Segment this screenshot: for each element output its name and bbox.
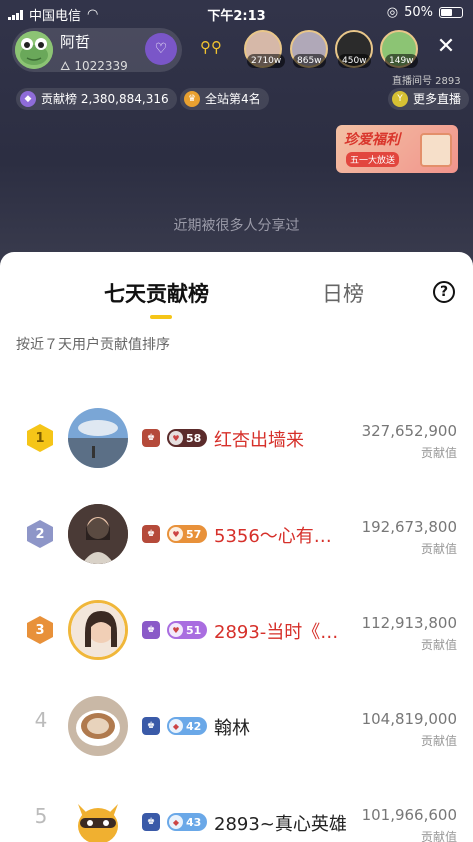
rank-row-4[interactable]: 4 ♚ ◆ 42 翰林 104,819,000 贡献值 bbox=[0, 688, 473, 784]
rank-row-3[interactable]: 3 ♚ ♥ 51 2893-当时《… 112,913,800 贡献值 bbox=[0, 592, 473, 688]
fan-medal-icon: ♚ bbox=[142, 621, 160, 639]
level-icon: ◆ bbox=[169, 719, 183, 733]
battery-icon bbox=[439, 7, 463, 18]
mic-link-icon[interactable]: ⚲⚲ bbox=[200, 38, 226, 60]
heart-hands-icon: ♡ bbox=[154, 41, 168, 57]
contribution-value-label: 贡献值 bbox=[420, 734, 457, 748]
ranking-sheet: 七天贡献榜 日榜 ? 按近７天用户贡献值排序 1 ♚ ♥ 58 红杏出墙来 327… bbox=[0, 252, 473, 842]
follow-button[interactable]: ♡ bbox=[145, 33, 177, 65]
level-icon: ◆ bbox=[169, 815, 183, 829]
level-number: 51 bbox=[186, 623, 202, 637]
tab-daily[interactable]: 日榜 bbox=[322, 278, 364, 308]
viewer-count-1: 2710w bbox=[247, 54, 286, 68]
user-avatar-5[interactable] bbox=[68, 792, 128, 842]
user-avatar-1[interactable] bbox=[68, 408, 128, 468]
user-level-badge: ◆ 42 bbox=[167, 717, 208, 735]
rank-row-5[interactable]: 5 ♚ ◆ 43 2893~真心英雄 101,966,600 贡献值 bbox=[0, 784, 473, 842]
more-live-pill[interactable]: Y 更多直播 bbox=[388, 88, 470, 110]
crown-icon: ♛ bbox=[184, 91, 200, 107]
fan-medal-icon: ♚ bbox=[142, 429, 160, 447]
contribution-pill[interactable]: ◆ 贡献榜 2,380,884,316 bbox=[16, 88, 177, 110]
contribution-value-label: 贡献值 bbox=[420, 446, 457, 460]
share-hint: 近期被很多人分享过 bbox=[173, 218, 300, 234]
rank-badge-silver: 2 bbox=[27, 520, 53, 548]
viewer-count-4: 149w bbox=[385, 54, 418, 68]
level-number: 42 bbox=[186, 719, 202, 733]
site-rank-pill[interactable]: ♛ 全站第4名 bbox=[180, 88, 269, 110]
person-avatar-icon bbox=[68, 504, 128, 564]
more-live-label: 更多直播 bbox=[413, 92, 462, 106]
viewer-count-3: 450w bbox=[338, 54, 371, 68]
level-icon: ♥ bbox=[169, 431, 183, 445]
coffee-avatar-icon bbox=[68, 696, 128, 756]
host-name: 阿哲 bbox=[60, 33, 91, 51]
level-icon: ♥ bbox=[169, 527, 183, 541]
person-avatar-icon bbox=[71, 603, 125, 657]
user-level-badge: ◆ 43 bbox=[167, 813, 208, 831]
fan-medal-icon: ♚ bbox=[142, 525, 160, 543]
level-number: 58 bbox=[186, 431, 202, 445]
close-button[interactable]: ✕ bbox=[433, 34, 459, 60]
rank-number: 4 bbox=[34, 708, 48, 732]
raccoon-avatar-icon bbox=[68, 792, 128, 842]
user-name: 翰林 bbox=[214, 718, 250, 739]
ranking-subtitle: 按近７天用户贡献值排序 bbox=[16, 337, 170, 353]
user-name: 2893-当时《… bbox=[214, 622, 339, 643]
user-name: 5356～心有… bbox=[214, 526, 332, 547]
contribution-value: 101,966,600 bbox=[361, 806, 457, 824]
gift-box-icon bbox=[420, 133, 452, 167]
host-fans-count: 1022339 bbox=[74, 59, 128, 73]
level-icon: ♥ bbox=[169, 623, 183, 637]
y-logo-icon: Y bbox=[392, 91, 408, 107]
promo-banner[interactable]: 珍爱福利 五一大放送 bbox=[336, 125, 458, 173]
user-avatar-2[interactable] bbox=[68, 504, 128, 564]
contribution-value-label: 贡献值 bbox=[420, 830, 457, 842]
tab-indicator bbox=[150, 315, 172, 319]
level-number: 43 bbox=[186, 815, 202, 829]
orientation-lock-icon: ◎ bbox=[386, 5, 399, 20]
contribution-value: 112,913,800 bbox=[361, 614, 457, 632]
flame-icon: 🜂 bbox=[60, 59, 71, 73]
landscape-avatar-icon bbox=[68, 408, 128, 468]
fan-medal-icon: ♚ bbox=[142, 717, 160, 735]
diamond-icon: ◆ bbox=[20, 91, 36, 107]
level-number: 57 bbox=[186, 527, 202, 541]
user-name: 2893~真心英雄 bbox=[214, 814, 347, 835]
contribution-value-label: 贡献值 bbox=[420, 638, 457, 652]
status-right: ◎ 50% bbox=[387, 5, 463, 20]
host-fans: 🜂 1022339 bbox=[60, 52, 128, 77]
user-avatar-4[interactable] bbox=[68, 696, 128, 756]
help-icon[interactable]: ? bbox=[433, 281, 455, 303]
viewer-count-2: 865w bbox=[293, 54, 326, 68]
rank-row-1[interactable]: 1 ♚ ♥ 58 红杏出墙来 327,652,900 贡献值 bbox=[0, 400, 473, 496]
site-rank-label: 全站第4名 bbox=[205, 92, 261, 106]
user-level-badge: ♥ 57 bbox=[167, 525, 208, 543]
battery-percent: 50% bbox=[404, 5, 433, 20]
rank-number: 5 bbox=[34, 804, 48, 828]
user-level-badge: ♥ 51 bbox=[167, 621, 208, 639]
fan-medal-icon: ♚ bbox=[142, 813, 160, 831]
tab-seven-day[interactable]: 七天贡献榜 bbox=[104, 278, 209, 308]
frog-avatar-icon bbox=[15, 31, 53, 69]
contribution-value-label: 贡献值 bbox=[420, 542, 457, 556]
rank-badge-gold: 1 bbox=[27, 424, 53, 452]
host-avatar[interactable] bbox=[15, 31, 53, 69]
user-avatar-3[interactable] bbox=[68, 600, 128, 660]
contribution-value: 104,819,000 bbox=[361, 710, 457, 728]
rank-badge-bronze: 3 bbox=[27, 616, 53, 644]
room-id: 直播间号 2893 bbox=[392, 76, 461, 87]
banner-subtitle: 五一大放送 bbox=[346, 152, 400, 167]
banner-title: 珍爱福利 bbox=[344, 132, 400, 148]
user-name: 红杏出墙来 bbox=[214, 430, 304, 451]
user-level-badge: ♥ 58 bbox=[167, 429, 208, 447]
rank-row-2[interactable]: 2 ♚ ♥ 57 5356～心有… 192,673,800 贡献值 bbox=[0, 496, 473, 592]
status-bar: 中国电信 ◠ 下午2:13 ◎ 50% bbox=[0, 0, 473, 26]
contribution-value: 192,673,800 bbox=[361, 518, 457, 536]
contribution-label: 贡献榜 2,380,884,316 bbox=[41, 92, 169, 106]
contribution-value: 327,652,900 bbox=[361, 422, 457, 440]
